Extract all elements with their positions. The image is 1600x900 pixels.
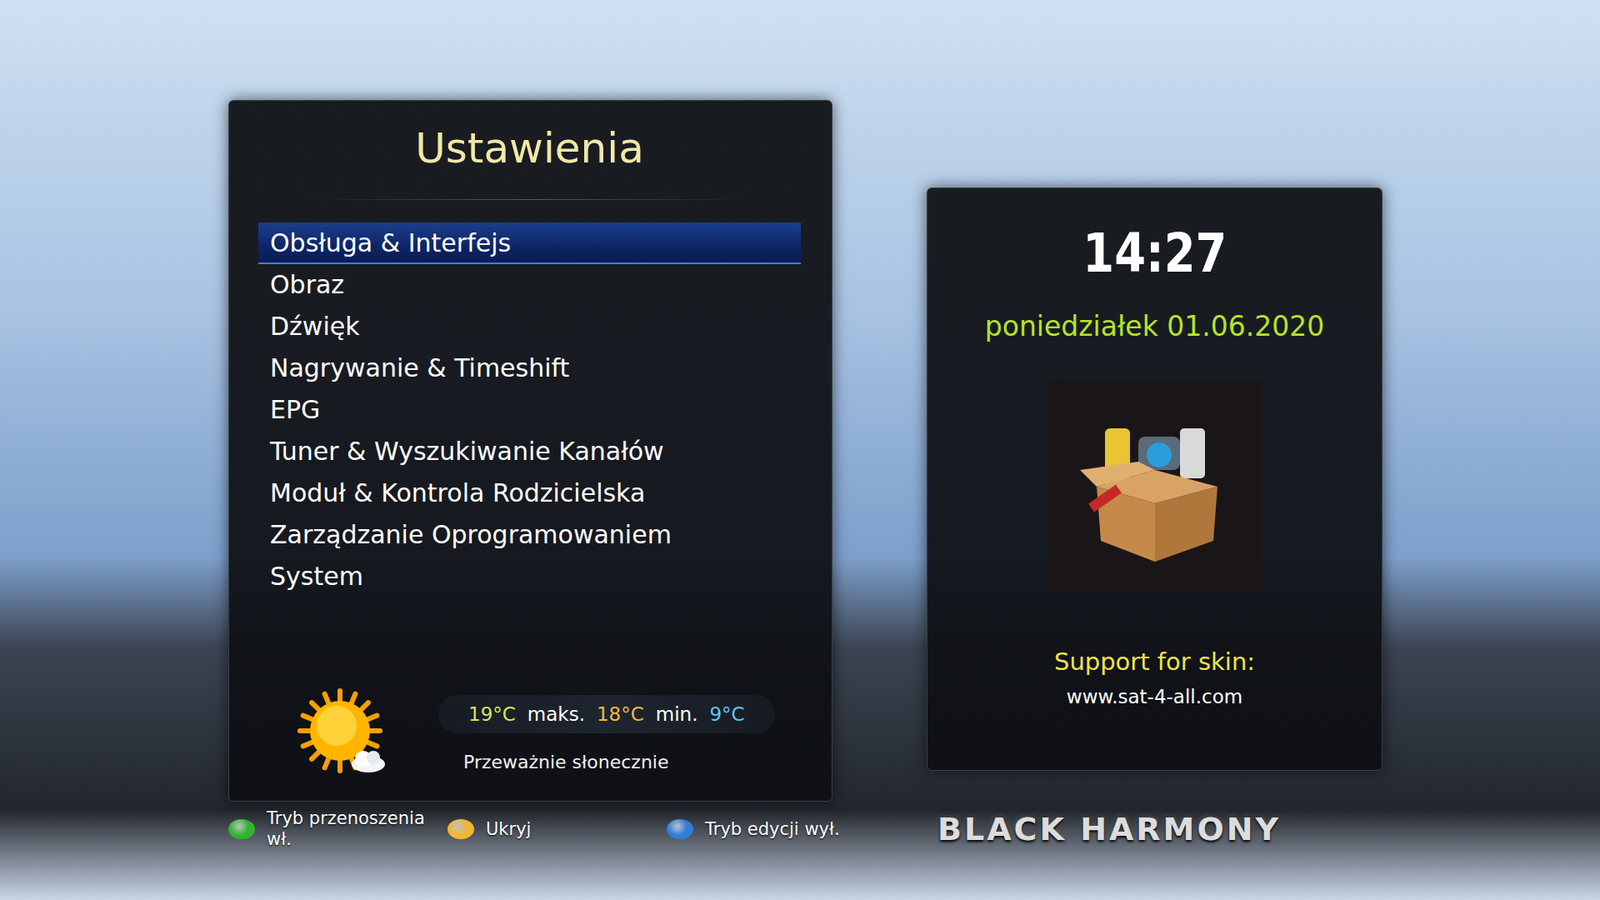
menu-item[interactable]: System [258, 555, 801, 598]
panels-row: Ustawienia Obsługa & InterfejsObrazDźwięk… [0, 0, 1600, 802]
tv-screen: Ustawienia Obsługa & InterfejsObrazDźwięk… [0, 0, 1600, 900]
menu-item[interactable]: Nagrywanie & Timeshift [258, 347, 801, 390]
color-dot-icon [228, 819, 255, 840]
temperature-bar: 19°C maks. 18°C min. 9°C [438, 695, 775, 734]
weather-info: 19°C maks. 18°C min. 9°C Przeważnie słoneczni… [438, 695, 775, 773]
color-dot-icon [666, 819, 694, 840]
settings-title: Ustawienia [258, 122, 801, 175]
menu-item[interactable]: Dźwięk [258, 305, 801, 348]
weather-description: Przeważnie słonecznie [438, 751, 775, 773]
max-temp: 18°C [596, 703, 645, 725]
max-label: maks. [527, 703, 585, 725]
color-dot-icon [447, 819, 475, 840]
sun-icon [296, 687, 389, 780]
support-url: www.sat-4-all.com [1066, 685, 1243, 708]
weather-widget: 19°C maks. 18°C min. 9°C Przeważnie słoneczni… [258, 687, 801, 780]
menu-item[interactable]: Obraz [258, 264, 801, 306]
toolbox-icon [1071, 403, 1239, 570]
date: poniedziałek 01.06.2020 [985, 310, 1325, 343]
settings-panel: Ustawienia Obsługa & InterfejsObrazDźwięk… [228, 100, 833, 802]
menu-item[interactable]: Obsługa & Interfejs [258, 222, 801, 265]
color-button[interactable]: Ukryj [447, 819, 667, 840]
min-temp: 9°C [709, 703, 745, 725]
support-label: Support for skin: [1054, 647, 1255, 676]
item-picture [1049, 380, 1261, 593]
button-bar: Tryb przenoszenia wł. Ukryj Tryb edycji wy… [0, 808, 1600, 850]
current-temp: 19°C [468, 703, 516, 725]
button-label: Tryb przenoszenia wł. [266, 808, 434, 850]
skin-logo: BLACK HARMONY [937, 810, 1281, 848]
clock: 14:27 [1082, 221, 1227, 285]
button-label: Ukryj [485, 819, 531, 840]
button-label: Tryb edycji wył. [705, 819, 840, 840]
menu-item[interactable]: Zarządzanie Oprogramowaniem [258, 514, 801, 556]
min-label: min. [655, 703, 699, 725]
color-button[interactable]: Tryb edycji wył. [666, 819, 886, 840]
menu-item[interactable]: EPG [258, 389, 801, 431]
settings-menu: Obsługa & InterfejsObrazDźwiękNagrywanie… [258, 222, 801, 598]
title-divider [308, 199, 751, 200]
info-panel: 14:27 poniedziałek 01.06.2020 Support for … [926, 187, 1383, 771]
menu-item[interactable]: Tuner & Wyszukiwanie Kanałów [258, 430, 801, 473]
color-button[interactable]: Tryb przenoszenia wł. [228, 808, 448, 850]
menu-item[interactable]: Moduł & Kontrola Rodzicielska [258, 472, 801, 515]
